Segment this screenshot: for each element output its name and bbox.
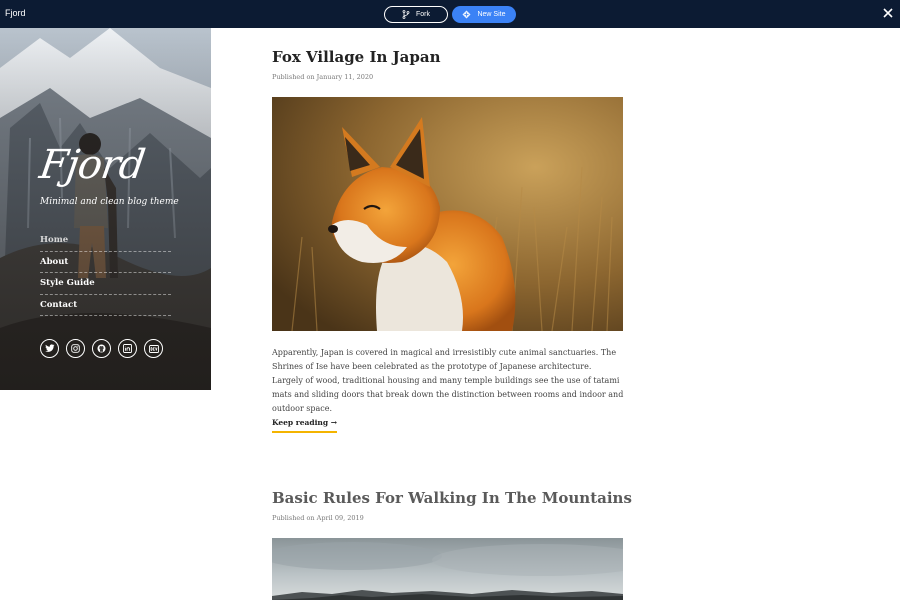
- netlify-icon: [462, 10, 471, 19]
- nav-item-contact[interactable]: Contact: [40, 295, 171, 316]
- main-nav: Home About Style Guide Contact: [40, 230, 171, 316]
- post-excerpt: Apparently, Japan is covered in magical …: [272, 348, 624, 413]
- nav-item-home[interactable]: Home: [40, 230, 171, 252]
- post-title[interactable]: Fox Village In Japan: [272, 48, 441, 66]
- new-site-button[interactable]: New Site: [452, 6, 516, 23]
- new-site-label: New Site: [477, 11, 506, 18]
- post-image-mountains[interactable]: [272, 538, 623, 600]
- app-name: Fjord: [5, 8, 26, 18]
- fork-label: Fork: [416, 11, 430, 18]
- close-icon[interactable]: [882, 7, 894, 19]
- sidebar: Fjord Minimal and clean blog theme Home …: [0, 28, 211, 390]
- nav-item-style-guide[interactable]: Style Guide: [40, 273, 171, 295]
- github-icon[interactable]: [92, 339, 111, 358]
- fork-button[interactable]: Fork: [384, 6, 448, 23]
- twitter-icon[interactable]: [40, 339, 59, 358]
- post-date: Published on January 11, 2020: [272, 73, 374, 81]
- site-tagline: Minimal and clean blog theme: [40, 197, 179, 207]
- devto-icon[interactable]: [144, 339, 163, 358]
- site-logo[interactable]: Fjord: [37, 142, 147, 188]
- linkedin-icon[interactable]: [118, 339, 137, 358]
- keep-reading-link[interactable]: Keep reading →: [272, 418, 338, 433]
- post-date: Published on April 09, 2019: [272, 514, 364, 522]
- top-bar: Fjord Fork New Site: [0, 0, 900, 28]
- instagram-icon[interactable]: [66, 339, 85, 358]
- post-image-fox[interactable]: [272, 97, 623, 331]
- nav-item-about[interactable]: About: [40, 252, 171, 273]
- sidebar-background-image: [0, 28, 211, 390]
- post-title[interactable]: Basic Rules For Walking In The Mountains: [272, 489, 632, 507]
- fork-icon: [402, 10, 410, 19]
- social-links: [40, 339, 163, 358]
